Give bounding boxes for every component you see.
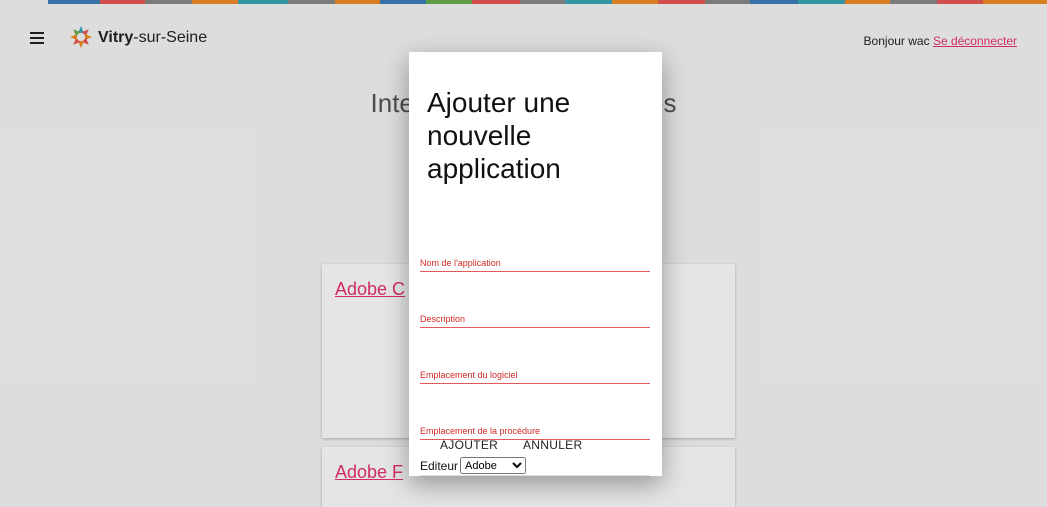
editor-row: Editeur Adobe bbox=[420, 457, 650, 474]
field-label: Emplacement du logiciel bbox=[420, 370, 518, 380]
software-location-field[interactable]: Emplacement du logiciel bbox=[420, 370, 650, 384]
editor-label: Editeur bbox=[420, 458, 459, 473]
dialog-title: Ajouter une nouvelle application bbox=[427, 87, 571, 184]
field-label: Description bbox=[420, 314, 466, 324]
add-application-dialog: Ajouter une nouvelle application Nom de … bbox=[409, 52, 662, 476]
cancel-button[interactable]: ANNULER bbox=[523, 438, 582, 452]
description-field[interactable]: Description bbox=[420, 314, 650, 328]
editor-select[interactable]: Adobe bbox=[460, 457, 527, 474]
field-label: Nom de l'application bbox=[420, 258, 501, 268]
application-name-field[interactable]: Nom de l'application bbox=[420, 258, 650, 272]
divider bbox=[420, 475, 650, 476]
field-label: Emplacement de la procédure bbox=[420, 426, 541, 436]
add-button[interactable]: AJOUTER bbox=[440, 438, 498, 452]
